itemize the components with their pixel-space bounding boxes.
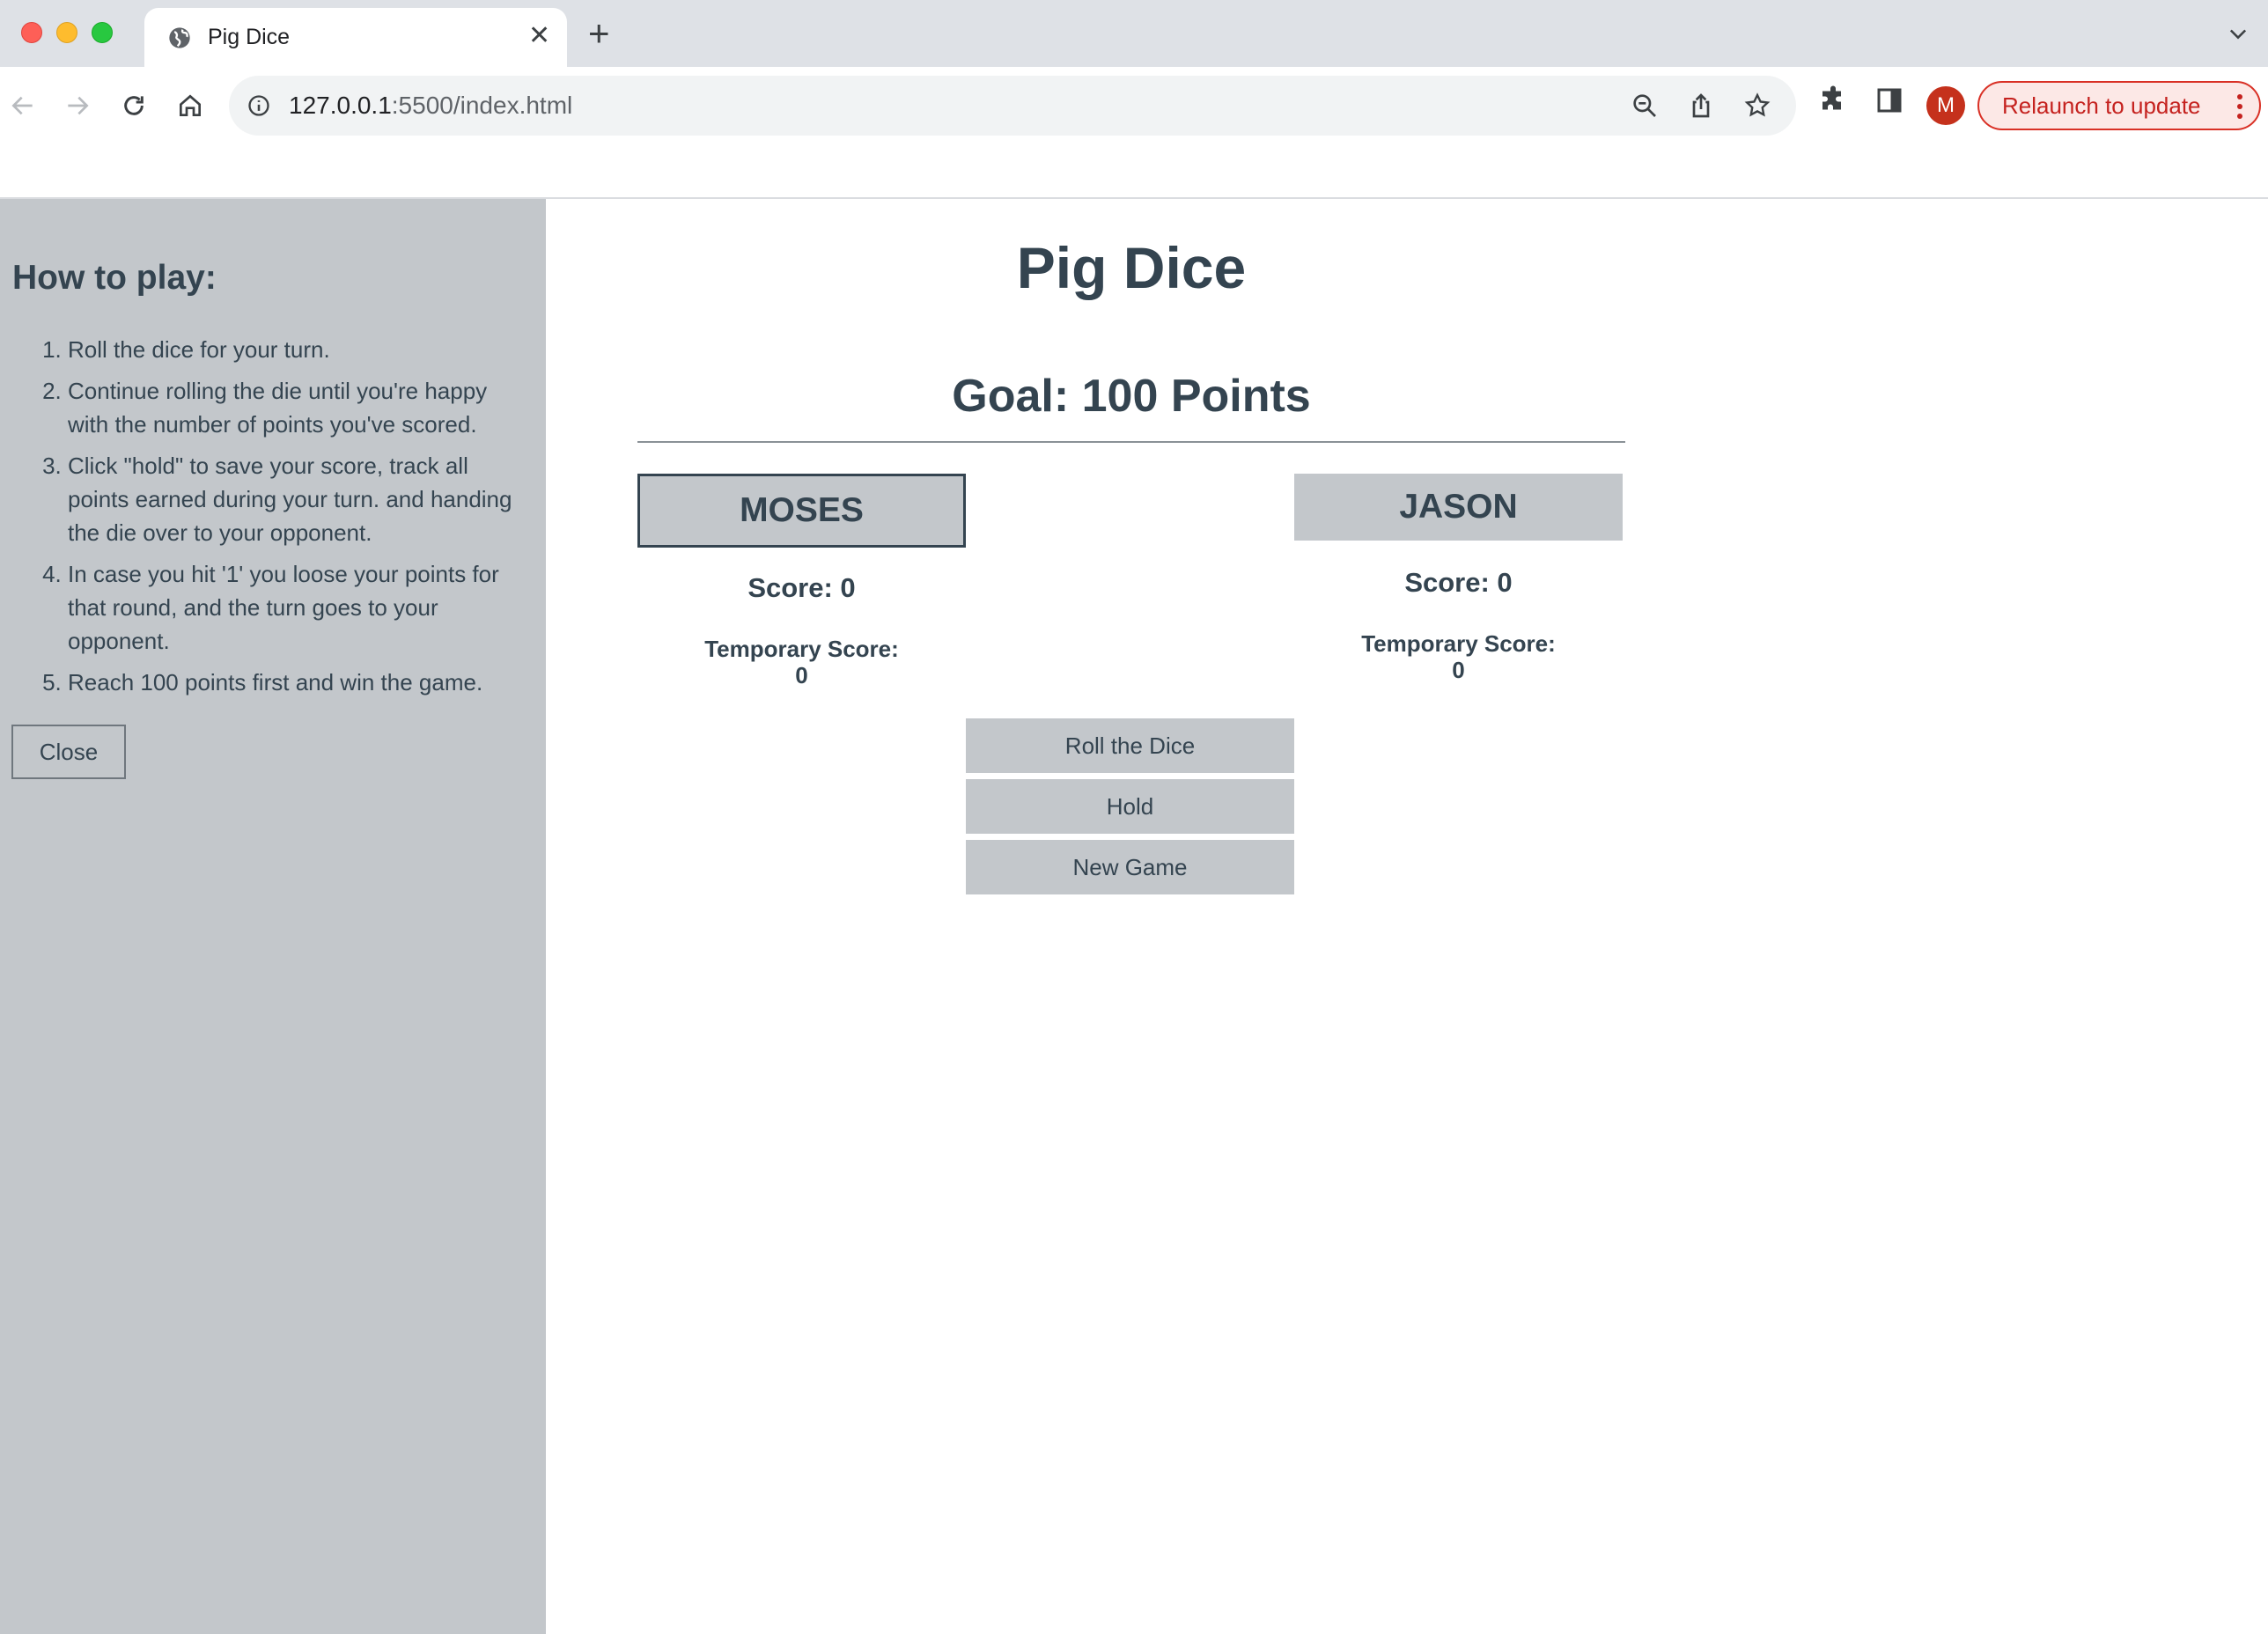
close-button[interactable]: Close	[11, 725, 126, 779]
tab-title: Pig Dice	[208, 25, 291, 49]
new-tab-icon[interactable]: +	[588, 15, 610, 52]
relaunch-button[interactable]: Relaunch to update	[1977, 81, 2261, 130]
reload-button[interactable]	[113, 85, 155, 127]
url-text[interactable]: 127.0.0.1:5500/index.html	[289, 92, 572, 120]
how-to-play-panel: How to play: Roll the dice for your turn…	[0, 199, 546, 1634]
side-panel-icon[interactable]	[1874, 85, 1905, 116]
home-button[interactable]	[169, 85, 211, 127]
window-close-button[interactable]	[21, 22, 42, 43]
game-area: Pig Dice Goal: 100 Points MOSES Score: 0…	[546, 199, 2268, 1634]
player-2-name: JASON	[1294, 474, 1623, 541]
bookmarks-bar	[0, 144, 2268, 197]
hold-button[interactable]: Hold	[966, 779, 1294, 834]
temp-score-value: 0	[1452, 657, 1465, 683]
rules-list: Roll the dice for your turn. Continue ro…	[12, 333, 514, 707]
player-1-temp-score: Temporary Score: 0	[637, 636, 966, 688]
browser-tab-strip: Pig Dice ✕ +	[0, 0, 2268, 67]
rule-item: Reach 100 points first and win the game.	[68, 666, 514, 699]
window-maximize-button[interactable]	[92, 22, 113, 43]
how-to-play-title: How to play:	[12, 259, 217, 297]
info-icon[interactable]	[247, 93, 271, 118]
url-path: :5500/index.html	[391, 92, 573, 119]
relaunch-label: Relaunch to update	[2002, 92, 2201, 119]
window-minimize-button[interactable]	[56, 22, 77, 43]
roll-dice-button[interactable]: Roll the Dice	[966, 718, 1294, 773]
reload-icon	[124, 96, 144, 115]
close-icon[interactable]: ✕	[528, 21, 550, 51]
browser-tab[interactable]: Pig Dice ✕	[144, 8, 567, 67]
more-vert-icon	[2237, 94, 2242, 119]
player-2-temp-score: Temporary Score: 0	[1294, 630, 1623, 683]
profile-avatar[interactable]: M	[1926, 86, 1965, 125]
player-1-score: Score: 0	[747, 572, 856, 603]
divider	[637, 441, 1625, 443]
zoom-out-icon[interactable]	[1631, 92, 1659, 120]
page-title: Pig Dice	[1016, 235, 1247, 300]
temp-score-value: 0	[795, 662, 808, 688]
url-host: 127.0.0.1	[289, 92, 392, 119]
temp-score-label: Temporary Score:	[704, 636, 899, 662]
extensions-icon[interactable]	[1817, 85, 1849, 116]
star-icon[interactable]	[1743, 92, 1771, 120]
new-game-button[interactable]: New Game	[966, 840, 1294, 894]
globe-icon	[169, 27, 190, 48]
browser-toolbar: 127.0.0.1:5500/index.html M Relaunch to …	[0, 67, 2268, 144]
arrow-left-icon	[11, 96, 33, 115]
goal-heading: Goal: 100 Points	[952, 371, 1311, 422]
forward-button[interactable]	[56, 85, 99, 127]
chevron-down-icon[interactable]	[2226, 21, 2250, 46]
player-2-score: Score: 0	[1404, 567, 1513, 598]
back-button[interactable]	[2, 85, 44, 127]
player-1-name: MOSES	[637, 474, 966, 548]
arrow-right-icon	[68, 96, 89, 115]
rule-item: Continue rolling the die until you're ha…	[68, 374, 514, 441]
rule-item: Click "hold" to save your score, track a…	[68, 449, 514, 549]
rule-item: In case you hit '1' you loose your point…	[68, 557, 514, 658]
address-bar[interactable]: 127.0.0.1:5500/index.html	[229, 76, 1796, 136]
rule-item: Roll the dice for your turn.	[68, 333, 514, 366]
share-icon[interactable]	[1687, 92, 1715, 120]
home-icon	[180, 94, 201, 116]
temp-score-label: Temporary Score:	[1361, 630, 1556, 657]
